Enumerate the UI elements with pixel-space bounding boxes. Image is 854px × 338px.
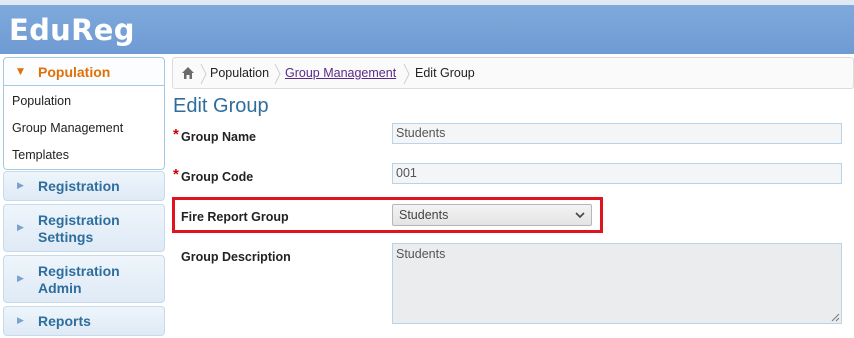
sidebar-item-group-management[interactable]: Group Management bbox=[4, 119, 164, 146]
group-description-value: Students bbox=[396, 247, 446, 261]
required-marker: * bbox=[173, 126, 179, 143]
breadcrumb-item-edit-group: Edit Group bbox=[415, 66, 475, 80]
breadcrumb-separator-icon bbox=[200, 63, 207, 85]
app-logo: EduReg bbox=[9, 13, 135, 47]
sidebar-section-label: Registration Admin bbox=[38, 263, 120, 296]
sidebar-item-population[interactable]: Population bbox=[4, 92, 164, 119]
group-description-textarea[interactable]: Students bbox=[392, 243, 842, 324]
breadcrumb-separator-icon bbox=[274, 63, 281, 85]
highlight-box bbox=[172, 197, 603, 233]
sidebar-section-reports[interactable]: ▶ Reports bbox=[3, 306, 165, 336]
sidebar: ▼ Population Population Group Management… bbox=[3, 57, 165, 336]
breadcrumb-separator-icon bbox=[403, 63, 410, 85]
sidebar-section-label: Reports bbox=[38, 313, 91, 329]
group-code-label: Group Code bbox=[181, 170, 254, 184]
page-title: Edit Group bbox=[173, 95, 269, 117]
caret-right-icon: ▶ bbox=[17, 316, 24, 326]
sidebar-submenu: Population Group Management Templates bbox=[3, 86, 165, 170]
app-header: EduReg bbox=[0, 0, 854, 54]
group-description-label: Group Description bbox=[181, 250, 291, 264]
resize-handle-icon[interactable] bbox=[831, 313, 840, 322]
caret-down-icon: ▼ bbox=[17, 67, 24, 77]
sidebar-section-registration-admin[interactable]: ▶ Registration Admin bbox=[3, 255, 165, 303]
sidebar-section-registration[interactable]: ▶ Registration bbox=[3, 171, 165, 201]
caret-right-icon: ▶ bbox=[17, 181, 24, 191]
app-window: EduReg ▼ Population Population Group Man… bbox=[0, 0, 854, 338]
sidebar-section-label: Population bbox=[38, 64, 111, 80]
group-code-input[interactable]: 001 bbox=[392, 163, 842, 184]
group-name-input[interactable]: Students bbox=[392, 123, 842, 144]
sidebar-section-population[interactable]: ▼ Population bbox=[3, 57, 165, 86]
home-icon[interactable] bbox=[181, 66, 195, 80]
sidebar-section-label: Registration bbox=[38, 178, 120, 194]
sidebar-item-templates[interactable]: Templates bbox=[4, 146, 164, 173]
breadcrumb-item-group-management[interactable]: Group Management bbox=[285, 66, 396, 80]
caret-right-icon: ▶ bbox=[17, 223, 24, 233]
breadcrumb-item-population[interactable]: Population bbox=[210, 66, 269, 80]
group-name-label: Group Name bbox=[181, 130, 257, 144]
sidebar-section-registration-settings[interactable]: ▶ Registration Settings bbox=[3, 204, 165, 252]
required-marker: * bbox=[173, 166, 179, 183]
breadcrumb: Population Group Management Edit Group bbox=[172, 57, 854, 89]
sidebar-section-label: Registration Settings bbox=[38, 212, 120, 245]
caret-right-icon: ▶ bbox=[17, 274, 24, 284]
